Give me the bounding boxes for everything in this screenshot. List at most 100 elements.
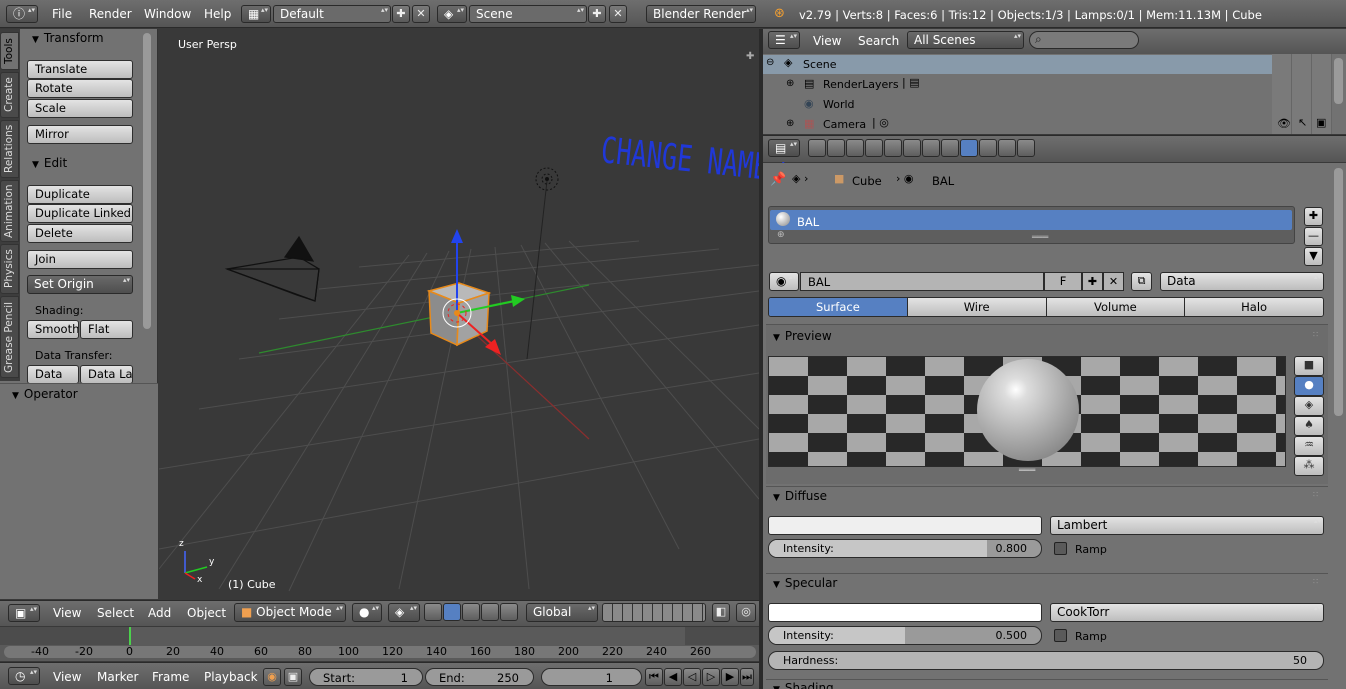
panel-grip-icon[interactable]: ∷: [1313, 577, 1318, 586]
tab-create[interactable]: Create: [0, 72, 19, 118]
info-editor-type[interactable]: ⓘ: [6, 5, 38, 23]
outliner-menu-search[interactable]: Search: [858, 34, 899, 48]
expand-toggle-icon[interactable]: ⊕: [786, 118, 794, 129]
timeline-menu-frame[interactable]: Frame: [152, 670, 189, 684]
particles-tab-icon[interactable]: [998, 139, 1016, 157]
manipulator-buttons[interactable]: [424, 603, 519, 621]
remove-slot-button[interactable]: —: [1304, 227, 1323, 246]
panel-grip-icon[interactable]: ∷: [1313, 330, 1318, 339]
editor-type-timeline[interactable]: ◷: [8, 667, 40, 685]
remove-scene-button[interactable]: ✕: [609, 5, 627, 23]
scale-manipulator-icon[interactable]: [481, 603, 499, 621]
fake-user-button[interactable]: F: [1044, 272, 1082, 291]
smooth-button[interactable]: Smooth: [27, 320, 79, 339]
copy-material-button[interactable]: ⧉: [1131, 272, 1152, 291]
outliner-scrollbar[interactable]: [1334, 58, 1343, 104]
specular-color-swatch[interactable]: [768, 603, 1042, 622]
preview-monkey-icon[interactable]: ♠: [1294, 416, 1324, 436]
current-frame-marker[interactable]: [129, 627, 131, 645]
lock-layers-button[interactable]: ◧: [712, 603, 730, 622]
diffuse-panel-header[interactable]: ▼ Diffuse: [773, 489, 827, 503]
outliner-row-scene[interactable]: [763, 55, 1272, 74]
mirror-button[interactable]: Mirror: [27, 125, 133, 144]
tool-shelf-scrollbar[interactable]: [143, 33, 151, 329]
rotate-button[interactable]: Rotate: [27, 79, 133, 98]
screen-layout-field[interactable]: Default: [273, 5, 391, 23]
tab-halo[interactable]: Halo: [1185, 298, 1323, 316]
auto-keying-button[interactable]: ◉: [263, 668, 281, 686]
outliner-search-input[interactable]: ⌕: [1029, 31, 1139, 49]
jump-end-icon[interactable]: ⏭: [740, 668, 754, 686]
set-origin-select[interactable]: Set Origin: [27, 275, 133, 294]
preview-cube-icon[interactable]: ◈: [1294, 396, 1324, 416]
physics-tab-icon[interactable]: [1017, 139, 1035, 157]
scale-manipulator-extra-icon[interactable]: [500, 603, 518, 621]
diffuse-ramp-checkbox[interactable]: [1054, 542, 1067, 555]
preview-sphere-icon[interactable]: ●: [1294, 376, 1324, 396]
add-slot-button[interactable]: ✚: [1304, 207, 1323, 226]
screen-layout-icon[interactable]: ▦: [241, 5, 271, 23]
shading-mode-select[interactable]: ●: [352, 603, 382, 622]
data-tab-icon[interactable]: [941, 139, 959, 157]
mode-select[interactable]: ■ Object Mode: [234, 603, 346, 622]
unlink-material-button[interactable]: ✕: [1103, 272, 1124, 291]
operator-panel-header[interactable]: ▼ Operator: [12, 387, 78, 401]
render-engine-select[interactable]: Blender Render: [646, 5, 756, 23]
jump-keyframe-forward-icon[interactable]: ▶: [721, 668, 739, 686]
shading-panel-header[interactable]: ▼ Shading: [773, 681, 834, 689]
properties-context-tabs[interactable]: [808, 139, 1036, 157]
renderability-camera-icon[interactable]: ▣: [1316, 116, 1326, 129]
preview-world-sphere-icon[interactable]: ⁂: [1294, 456, 1324, 476]
expand-toggle-icon[interactable]: ⊕: [786, 78, 794, 89]
play-reverse-icon[interactable]: ◁: [683, 668, 701, 686]
menu-help[interactable]: Help: [204, 7, 231, 21]
pivot-select[interactable]: ◈: [388, 603, 420, 622]
browse-material-button[interactable]: ◉: [769, 272, 799, 291]
menu-file[interactable]: File: [52, 7, 72, 21]
list-filter-icon[interactable]: ⊕: [777, 230, 785, 240]
modifiers-tab-icon[interactable]: [922, 139, 940, 157]
tab-physics[interactable]: Physics: [0, 244, 19, 294]
tab-wire[interactable]: Wire: [907, 298, 1047, 316]
texture-tab-icon[interactable]: [979, 139, 997, 157]
play-icon[interactable]: ▷: [702, 668, 720, 686]
editor-type-properties[interactable]: ▤: [768, 139, 800, 157]
outliner-item-renderlayers[interactable]: RenderLayers: [823, 78, 899, 91]
object-tab-icon[interactable]: [884, 139, 902, 157]
viewport-corner-plus-icon[interactable]: ✚: [746, 51, 754, 62]
playback-controls[interactable]: ⏮ ◀ ◁ ▷ ▶ ⏭: [645, 668, 755, 686]
flat-button[interactable]: Flat: [80, 320, 133, 339]
rotate-manipulator-icon[interactable]: [462, 603, 480, 621]
tab-tools[interactable]: Tools: [0, 32, 19, 70]
outliner-item-camera[interactable]: Camera: [823, 118, 866, 131]
menu-window[interactable]: Window: [144, 7, 191, 21]
editor-type-3d-view[interactable]: ▣: [8, 604, 40, 622]
render-preview-button[interactable]: ◎: [736, 603, 756, 622]
menu-render[interactable]: Render: [89, 7, 132, 21]
render-tab-icon[interactable]: [808, 139, 826, 157]
constraints-tab-icon[interactable]: [903, 139, 921, 157]
new-material-button[interactable]: ✚: [1082, 272, 1103, 291]
specular-panel-header[interactable]: ▼ Specular: [773, 576, 837, 590]
material-name-field[interactable]: BAL: [800, 272, 1044, 291]
current-frame-field[interactable]: 1: [541, 668, 642, 686]
preview-hair-icon[interactable]: ♒: [1294, 436, 1324, 456]
hardness-field[interactable]: Hardness: 50: [768, 651, 1324, 670]
remove-layout-button[interactable]: ✕: [412, 5, 430, 23]
render-layers-tab-icon[interactable]: [827, 139, 845, 157]
panel-grip-icon[interactable]: ∷: [1313, 490, 1318, 499]
visibility-eye-icon[interactable]: 👁: [1277, 117, 1291, 130]
duplicate-linked-button[interactable]: Duplicate Linked: [27, 204, 133, 223]
outliner-item-world[interactable]: World: [823, 98, 855, 111]
translate-button[interactable]: Translate: [27, 60, 133, 79]
diffuse-shader-select[interactable]: Lambert: [1050, 516, 1324, 535]
toggle-manipulator-icon[interactable]: [424, 603, 442, 621]
preview-flat-icon[interactable]: ■: [1294, 356, 1324, 376]
tab-grease-pencil[interactable]: Grease Pencil: [0, 296, 19, 378]
selectability-cursor-icon[interactable]: ↖: [1298, 116, 1307, 129]
camera-object[interactable]: [224, 235, 320, 302]
world-tab-icon[interactable]: [865, 139, 883, 157]
duplicate-button[interactable]: Duplicate: [27, 185, 133, 204]
outliner-menu-view[interactable]: View: [813, 34, 841, 48]
viewport-menu-object[interactable]: Object: [187, 606, 226, 620]
